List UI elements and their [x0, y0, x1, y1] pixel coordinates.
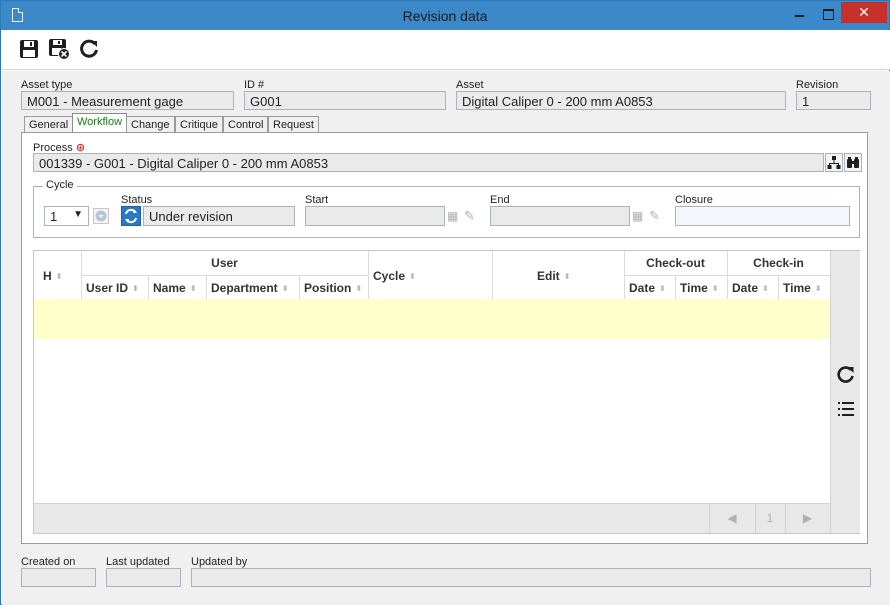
- tab-workflow[interactable]: Workflow: [72, 113, 128, 134]
- arrow-down-circle-icon: [95, 210, 107, 222]
- column-cycle[interactable]: Cycle ⬍: [373, 269, 416, 283]
- closure-field[interactable]: [675, 206, 850, 226]
- created-on-label: Created on: [21, 556, 76, 568]
- list-view-icon[interactable]: [836, 399, 856, 419]
- column-edit[interactable]: Edit ⬍: [537, 269, 570, 283]
- created-on-field[interactable]: [21, 568, 96, 587]
- column-group-user: User: [211, 256, 238, 270]
- pager-next-button[interactable]: ▶: [785, 503, 830, 533]
- tab-general[interactable]: General: [24, 116, 74, 133]
- window-title: Revision data: [402, 8, 488, 24]
- end-clear-icon[interactable]: ✎: [649, 208, 660, 224]
- toolbar: [2, 30, 890, 70]
- pager-page-number: 1: [766, 511, 774, 525]
- cycle-select[interactable]: 1 ▼: [44, 206, 89, 226]
- column-check-in-time[interactable]: Time ⬍: [783, 281, 822, 295]
- start-clear-icon[interactable]: ✎: [464, 208, 475, 224]
- column-department[interactable]: Department ⬍: [211, 281, 288, 295]
- revision-label: Revision: [796, 79, 839, 91]
- save-and-close-icon[interactable]: [48, 38, 70, 60]
- cycle-select-value: 1: [50, 209, 58, 224]
- maximize-button[interactable]: [814, 6, 841, 24]
- tab-critique[interactable]: Critique: [175, 116, 223, 133]
- process-field[interactable]: 001339 - G001 - Digital Caliper 0 - 200 …: [33, 153, 824, 172]
- column-user-id[interactable]: User ID ⬍: [86, 281, 139, 295]
- chevron-down-icon: ▼: [73, 209, 83, 220]
- binoculars-icon[interactable]: [844, 153, 862, 172]
- column-name[interactable]: Name ⬍: [153, 281, 196, 295]
- save-icon[interactable]: [18, 38, 40, 60]
- close-button[interactable]: ✕: [841, 2, 887, 23]
- cycle-next-button[interactable]: [93, 208, 109, 224]
- column-h[interactable]: H ⬍: [43, 269, 62, 283]
- tab-request[interactable]: Request: [268, 116, 319, 133]
- start-calendar-icon[interactable]: ▦: [447, 209, 458, 223]
- process-hierarchy-icon[interactable]: [825, 153, 843, 172]
- updated-by-label: Updated by: [191, 556, 248, 568]
- column-group-check-in: Check-in: [753, 256, 804, 270]
- asset-type-label: Asset type: [21, 79, 73, 91]
- cycle-group: Cycle 1 ▼ Status Under revision Start ▦ …: [33, 179, 860, 238]
- workflow-panel: Process ⊛ 001339 - G001 - Digital Calipe…: [21, 132, 868, 544]
- revision-field[interactable]: 1: [796, 91, 871, 110]
- cycle-legend: Cycle: [43, 179, 77, 191]
- end-label: End: [490, 194, 510, 206]
- title-bar: Revision data ✕: [1, 1, 889, 30]
- table-row[interactable]: [34, 299, 830, 339]
- form-body: Asset type M001 - Measurement gage ID # …: [2, 71, 890, 605]
- status-field[interactable]: Under revision: [143, 206, 295, 226]
- column-check-out-date[interactable]: Date ⬍: [629, 281, 666, 295]
- revision-data-window: Revision data ✕ Asset type M001 - Measur…: [0, 0, 890, 605]
- id-label: ID #: [244, 79, 265, 91]
- last-updated-field[interactable]: [106, 568, 181, 587]
- end-date-field[interactable]: [490, 206, 630, 226]
- end-calendar-icon[interactable]: ▦: [632, 209, 643, 223]
- status-sync-icon[interactable]: [121, 206, 141, 226]
- tab-control[interactable]: Control: [223, 116, 269, 133]
- column-position[interactable]: Position ⬍: [304, 281, 362, 295]
- workflow-grid: H ⬍ User User ID ⬍ Name ⬍ Department ⬍ Posit…: [33, 250, 860, 534]
- last-updated-label: Last updated: [106, 556, 170, 568]
- start-date-field[interactable]: [305, 206, 445, 226]
- refresh-icon[interactable]: [836, 365, 856, 385]
- grid-side-toolbar: [830, 251, 860, 533]
- minimize-button[interactable]: [786, 6, 813, 24]
- status-label: Status: [121, 194, 153, 206]
- start-label: Start: [305, 194, 329, 206]
- id-field[interactable]: G001: [244, 91, 446, 110]
- column-group-check-out: Check-out: [646, 256, 705, 270]
- updated-by-field[interactable]: [191, 568, 871, 587]
- refresh-icon[interactable]: [78, 38, 100, 60]
- asset-field[interactable]: Digital Caliper 0 - 200 mm A0853: [456, 91, 786, 110]
- pager-prev-button[interactable]: ◀: [709, 503, 755, 533]
- asset-type-field[interactable]: M001 - Measurement gage: [21, 91, 234, 110]
- column-check-out-time[interactable]: Time ⬍: [680, 281, 719, 295]
- asset-label: Asset: [456, 79, 484, 91]
- closure-label: Closure: [675, 194, 713, 206]
- tab-change[interactable]: Change: [126, 116, 175, 133]
- column-check-in-date[interactable]: Date ⬍: [732, 281, 769, 295]
